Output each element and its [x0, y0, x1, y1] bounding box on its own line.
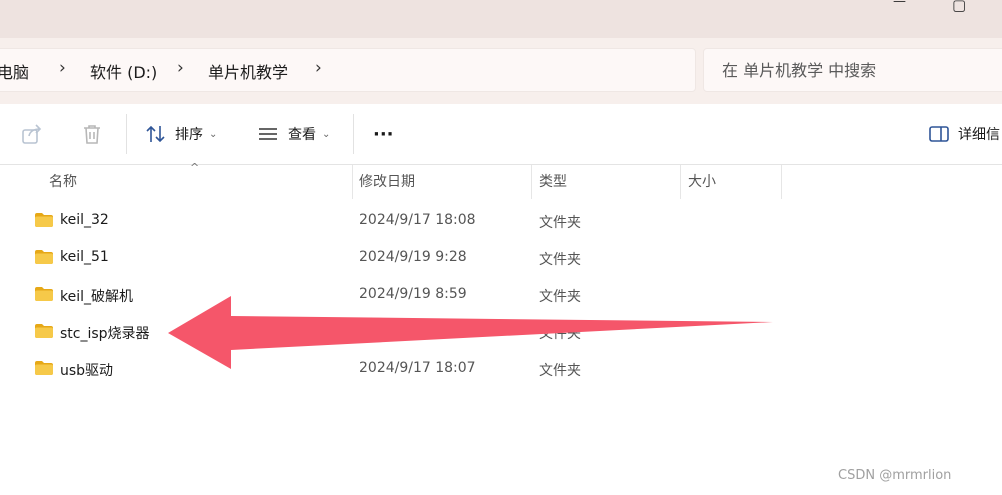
file-modified: 2024/9/19 9:28 [359, 249, 467, 265]
details-pane-button[interactable]: 详细信 [928, 116, 1000, 152]
minimize-button[interactable]: — [893, 0, 906, 9]
search-input[interactable] [720, 57, 994, 83]
view-list-icon [259, 128, 277, 140]
breadcrumb-item-computer[interactable]: 电脑 [0, 59, 29, 83]
sort-icon [146, 125, 165, 143]
file-modified: 2024/9/17 18:07 [359, 360, 476, 376]
column-divider [352, 165, 353, 199]
sort-label: 排序 [175, 127, 203, 143]
folder-icon [35, 287, 53, 301]
column-header-row: 名称 ^ 修改日期 类型 大小 [0, 161, 1002, 199]
chevron-right-icon[interactable]: › [315, 58, 322, 78]
file-row[interactable]: keil_破解机 2024/9/19 8:59 文件夹 [28, 277, 788, 314]
file-row[interactable]: stc_isp烧录器 文件夹 [28, 314, 788, 351]
file-type: 文件夹 [539, 289, 581, 305]
file-name: keil_破解机 [60, 289, 134, 305]
file-row[interactable]: keil_32 2024/9/17 18:08 文件夹 [28, 203, 788, 240]
sort-button[interactable]: 排序 ⌄ [145, 116, 217, 152]
file-type: 文件夹 [539, 326, 581, 342]
column-divider [781, 165, 782, 199]
file-row[interactable]: usb驱动 2024/9/17 18:07 文件夹 [28, 351, 788, 388]
trash-icon [84, 125, 100, 144]
folder-icon [35, 250, 53, 264]
share-icon [22, 124, 42, 144]
delete-button[interactable] [80, 116, 104, 152]
folder-icon [35, 213, 53, 227]
file-row[interactable]: keil_51 2024/9/19 9:28 文件夹 [28, 240, 788, 277]
toolbar-divider [126, 114, 127, 154]
maximize-button[interactable]: ▢ [952, 0, 966, 14]
address-bar-area: 电脑 › 软件 (D:) › 单片机教学 › [0, 38, 1002, 104]
column-header-size[interactable]: 大小 [688, 165, 716, 199]
file-name: keil_51 [60, 249, 109, 265]
column-divider [531, 165, 532, 199]
column-header-modified[interactable]: 修改日期 [359, 165, 415, 199]
view-label: 查看 [288, 127, 316, 143]
more-options-button[interactable]: ··· [373, 116, 394, 152]
column-header-type[interactable]: 类型 [539, 165, 567, 199]
window-titlebar: — ▢ [0, 0, 1002, 38]
file-type: 文件夹 [539, 252, 581, 268]
folder-icon [35, 324, 53, 338]
column-divider [680, 165, 681, 199]
search-box[interactable] [703, 48, 1002, 92]
folder-icon [35, 361, 53, 375]
share-button[interactable] [20, 116, 44, 152]
command-bar: 排序 ⌄ 查看 ⌄ ··· 详细信 [0, 104, 1002, 165]
sort-up-icon: ^ [190, 161, 200, 174]
breadcrumb[interactable]: 电脑 › 软件 (D:) › 单片机教学 › [0, 48, 696, 92]
chevron-down-icon: ⌄ [322, 128, 331, 140]
file-type: 文件夹 [539, 215, 581, 231]
column-header-name[interactable]: 名称 [49, 165, 77, 199]
details-label: 详细信 [958, 127, 1000, 143]
file-modified: 2024/9/17 18:08 [359, 212, 476, 228]
chevron-down-icon: ⌄ [209, 128, 218, 140]
toolbar-divider [353, 114, 354, 154]
watermark: CSDN @mrmrlion [838, 468, 952, 483]
breadcrumb-item-folder[interactable]: 单片机教学 [208, 59, 288, 83]
chevron-right-icon[interactable]: › [59, 58, 66, 78]
details-pane-icon [929, 126, 949, 142]
file-name: usb驱动 [60, 363, 114, 379]
file-type: 文件夹 [539, 363, 581, 379]
chevron-right-icon[interactable]: › [177, 58, 184, 78]
file-name: keil_32 [60, 212, 109, 228]
file-modified: 2024/9/19 8:59 [359, 286, 467, 302]
breadcrumb-item-drive[interactable]: 软件 (D:) [90, 59, 157, 83]
view-button[interactable]: 查看 ⌄ [256, 116, 330, 152]
file-name: stc_isp烧录器 [60, 326, 150, 342]
